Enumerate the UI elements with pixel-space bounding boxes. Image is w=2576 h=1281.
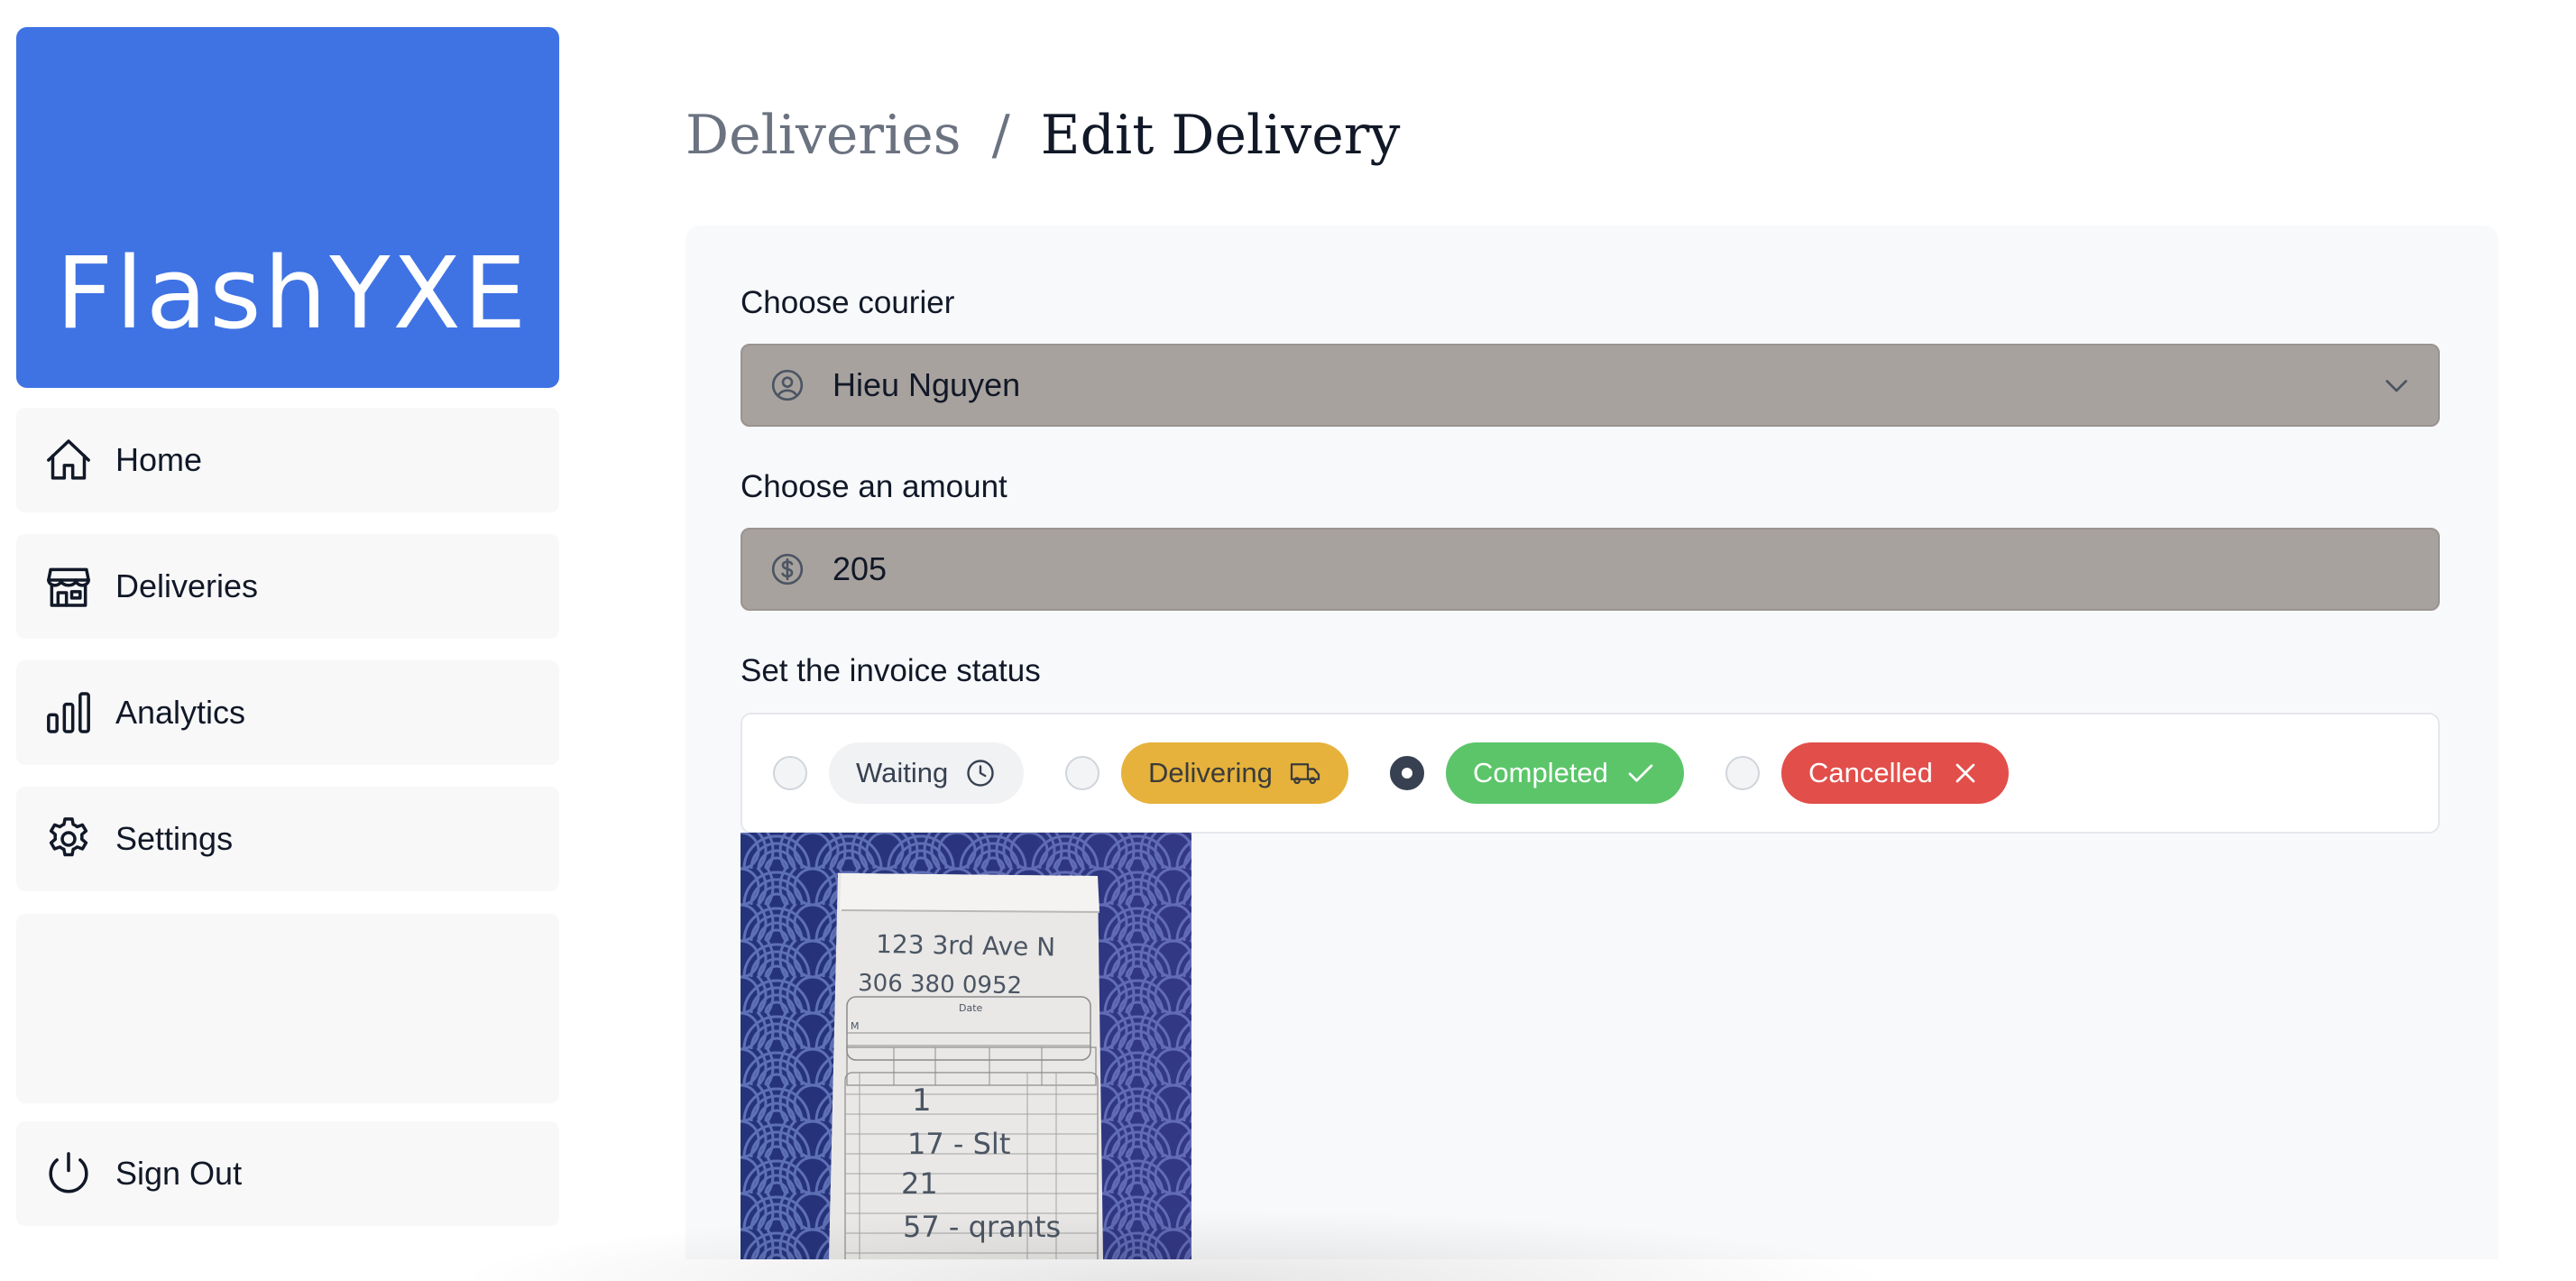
clock-icon xyxy=(964,757,997,789)
sidebar-item-home[interactable]: Home xyxy=(16,408,559,512)
amount-value: 205 xyxy=(833,550,888,587)
receipt-m-label: M xyxy=(851,1020,860,1032)
sidebar-empty-slot xyxy=(16,914,559,1103)
status-radio-group: Waiting Delivering Completed Cancelled xyxy=(741,713,2440,834)
amount-input[interactable]: 205 xyxy=(741,528,2440,611)
sidebar-item-label: Deliveries xyxy=(115,567,259,604)
status-pill-label: Waiting xyxy=(856,757,949,788)
bar-chart-icon xyxy=(43,687,94,738)
status-radio-cancelled[interactable] xyxy=(1725,756,1760,790)
power-icon xyxy=(43,1148,94,1199)
status-radio-delivering[interactable] xyxy=(1065,756,1099,790)
receipt-date-label: Date xyxy=(959,1002,983,1014)
courier-label: Choose courier xyxy=(741,285,955,320)
gear-icon xyxy=(43,814,94,864)
home-icon xyxy=(43,435,94,485)
receipt-photo: 123 3rd Ave N 306 380 0952 Date M 1 17 -… xyxy=(741,833,1191,1259)
truck-icon xyxy=(1289,757,1321,789)
status-pill-cancelled[interactable]: Cancelled xyxy=(1781,742,2009,804)
breadcrumb-parent-link[interactable]: Deliveries xyxy=(685,104,961,167)
status-radio-waiting[interactable] xyxy=(773,756,807,790)
sidebar-item-label: Home xyxy=(115,441,203,478)
sidebar-item-label: Settings xyxy=(115,820,234,857)
status-pill-delivering[interactable]: Delivering xyxy=(1121,742,1348,804)
status-pill-waiting[interactable]: Waiting xyxy=(829,742,1025,804)
courier-select[interactable]: Hieu Nguyen xyxy=(741,344,2440,427)
status-pill-label: Completed xyxy=(1473,757,1608,788)
status-pill-label: Cancelled xyxy=(1808,757,1933,788)
receipt-line: 1 xyxy=(912,1083,932,1119)
receipt-line: 57 - qrants xyxy=(903,1210,1061,1244)
sign-out-label: Sign Out xyxy=(115,1155,243,1192)
logo-card[interactable]: FlashYXE xyxy=(16,27,559,388)
status-pill-label: Delivering xyxy=(1148,757,1273,788)
store-icon xyxy=(43,561,94,612)
receipt-phone: 306 380 0952 xyxy=(858,970,1022,1000)
receipt-line: 21 xyxy=(901,1166,938,1201)
sidebar-item-settings[interactable]: Settings xyxy=(16,787,559,891)
breadcrumb-separator: / xyxy=(991,104,1010,167)
amount-label: Choose an amount xyxy=(741,469,1007,504)
page-title: Edit Delivery xyxy=(1040,104,1401,167)
sign-out-button[interactable]: Sign Out xyxy=(16,1121,559,1226)
edit-delivery-form: Choose courier Hieu Nguyen Choose an amo… xyxy=(685,226,2498,1259)
x-icon xyxy=(1949,757,1982,789)
check-icon xyxy=(1624,757,1657,789)
receipt-address: 123 3rd Ave N xyxy=(876,929,1056,962)
status-radio-completed[interactable] xyxy=(1390,756,1424,790)
app-logo: FlashYXE xyxy=(56,235,529,351)
status-label: Set the invoice status xyxy=(741,653,1041,688)
sidebar-item-label: Analytics xyxy=(115,694,246,731)
sidebar-item-analytics[interactable]: Analytics xyxy=(16,660,559,765)
sidebar-item-deliveries[interactable]: Deliveries xyxy=(16,534,559,639)
user-circle-icon xyxy=(769,367,805,403)
dollar-circle-icon xyxy=(769,551,805,587)
receipt-line: 17 - Slt xyxy=(907,1127,1010,1161)
breadcrumb: Deliveries / Edit Delivery xyxy=(685,95,1400,176)
chevron-down-icon[interactable] xyxy=(2380,369,2413,401)
courier-value: Hieu Nguyen xyxy=(833,366,1021,403)
status-pill-completed[interactable]: Completed xyxy=(1446,742,1684,804)
